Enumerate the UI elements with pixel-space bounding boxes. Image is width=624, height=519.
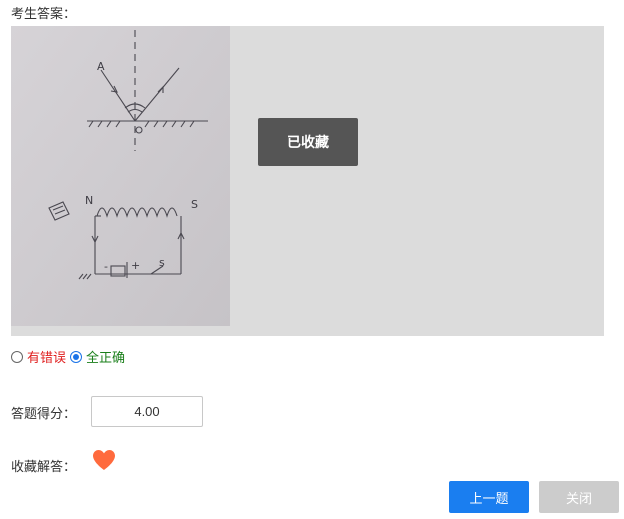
option-wrong-label[interactable]: 有错误 [27,347,66,366]
answer-section-title: 考生答案： [11,6,77,21]
sketch-label-switch: s [159,256,165,269]
grading-page: 考生答案： A N S - + s 已收藏 有错误 全正确 答题得分： 4.00… [0,0,624,519]
option-correct-label[interactable]: 全正确 [86,347,125,366]
judgement-options: 有错误 全正确 [11,347,125,366]
score-input[interactable] [91,396,203,427]
sketch-label-a: A [97,60,105,73]
handwritten-sketch: A N S - + s [11,26,230,326]
radio-wrong[interactable] [11,350,23,363]
heart-icon[interactable] [92,449,116,474]
sketch-label-minus: - [104,260,108,273]
sketch-label-north: N [85,194,93,207]
sketch-label-south: S [191,198,198,211]
collected-badge[interactable]: 已收藏 [258,118,358,166]
radio-correct[interactable] [70,350,83,363]
prev-question-button[interactable]: 上一题 [449,481,529,513]
answer-panel: A N S - + s 已收藏 [11,26,604,336]
close-button[interactable]: 关闭 [539,481,619,513]
sketch-label-plus: + [131,259,140,272]
favorite-label: 收藏解答： [11,459,77,474]
answer-photo[interactable]: A N S - + s [11,26,230,326]
score-label: 答题得分： [11,406,77,421]
